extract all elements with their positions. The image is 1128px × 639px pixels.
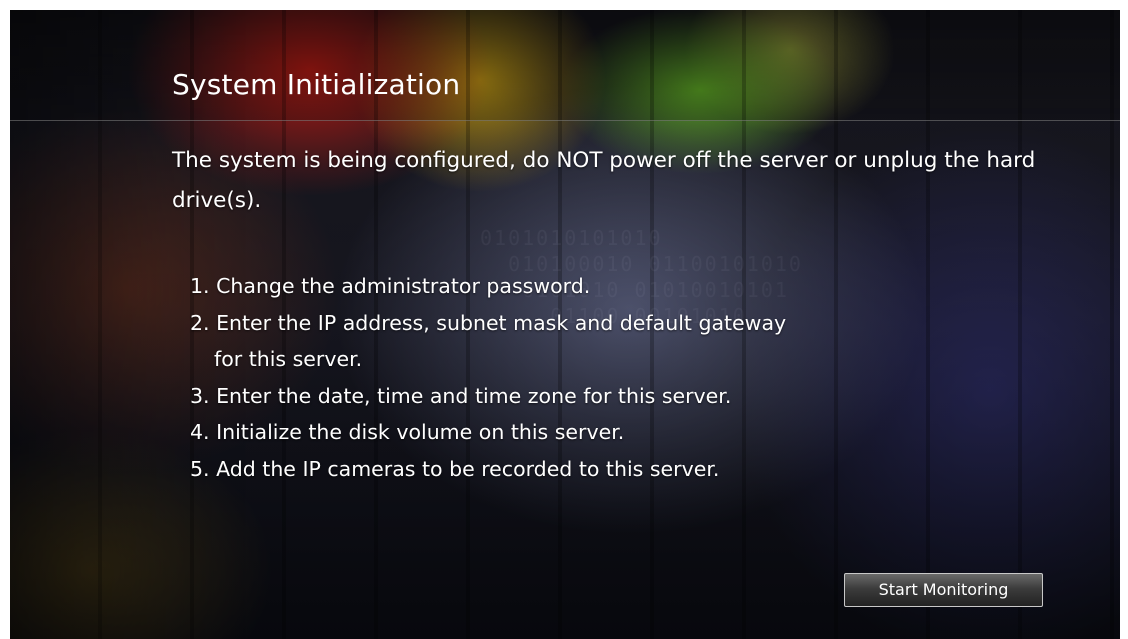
setup-step-text: 2. Enter the IP address, subnet mask and… (190, 310, 787, 335)
setup-step-text: 3. Enter the date, time and time zone fo… (190, 383, 732, 408)
start-monitoring-button[interactable]: Start Monitoring (844, 573, 1043, 607)
page-title: System Initialization (172, 68, 461, 101)
setup-step: 5. Add the IP cameras to be recorded to … (190, 451, 1090, 488)
setup-step-text: 5. Add the IP cameras to be recorded to … (190, 456, 720, 481)
setup-step: 4. Initialize the disk volume on this se… (190, 414, 1090, 451)
setup-step: 2. Enter the IP address, subnet mask and… (190, 305, 1090, 378)
setup-step-continuation: for this server. (214, 347, 363, 371)
setup-step-text: 1. Change the administrator password. (190, 274, 591, 298)
setup-step-text: 4. Initialize the disk volume on this se… (190, 420, 625, 444)
warning-message: The system is being configured, do NOT p… (172, 148, 1036, 213)
title-bar: System Initialization (10, 10, 1120, 121)
setup-step: 1. Change the administrator password. (190, 268, 1090, 305)
initialization-screen: 0101010101010 010100010 01100101010 0101… (10, 10, 1120, 639)
setup-step: 3. Enter the date, time and time zone fo… (190, 378, 1090, 415)
setup-steps-list: 1. Change the administrator password. 2.… (190, 268, 1090, 487)
